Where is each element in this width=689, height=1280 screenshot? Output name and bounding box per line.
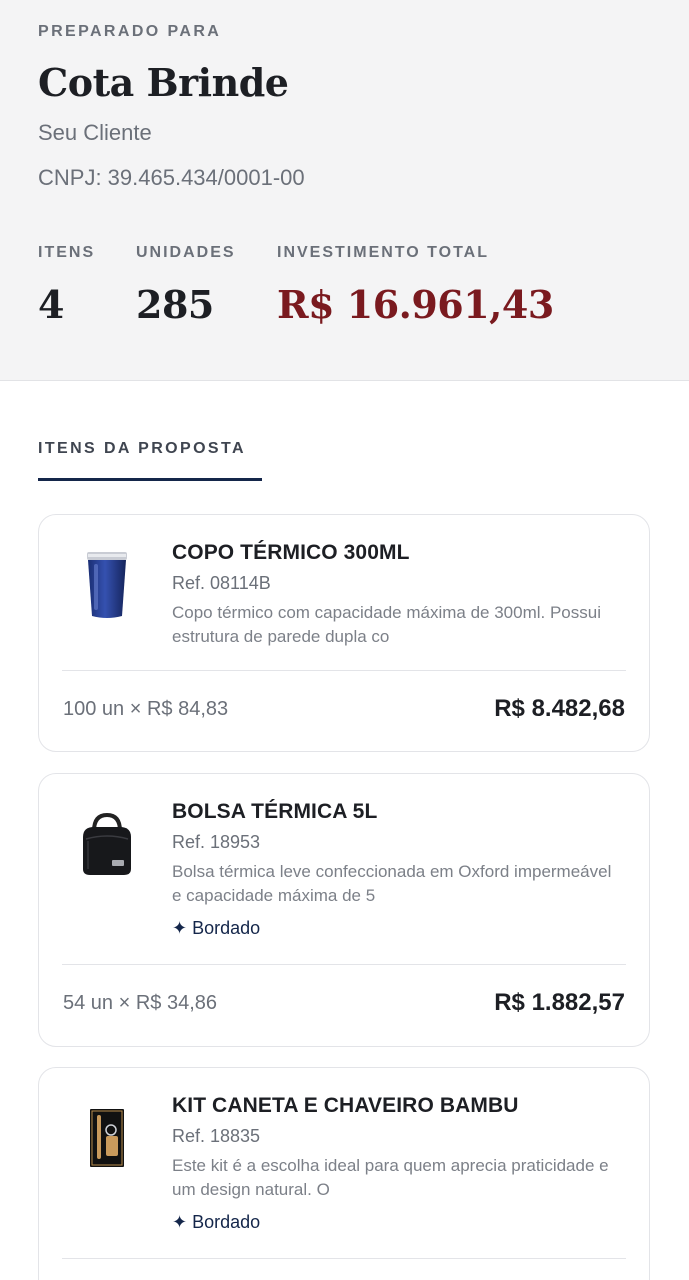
quantity-price: 54 un × R$ 34,86	[63, 992, 218, 1014]
prepared-for-label: PREPARADO PARA	[38, 23, 222, 40]
units-value: 285	[136, 282, 214, 327]
product-ref: Ref. 18953	[172, 832, 261, 852]
section-underline	[38, 478, 262, 481]
proposal-items-title: ITENS DA PROPOSTA	[38, 440, 246, 457]
quantity-price: 100 un × R$ 84,83	[63, 698, 229, 720]
items-count-value: 4	[38, 282, 64, 327]
product-ref: Ref. 18835	[172, 1126, 261, 1146]
product-card[interactable]: BOLSA TÉRMICA 5L Ref. 18953 Bolsa térmic…	[38, 773, 650, 1047]
customization-tag: ✦ Bordado	[172, 918, 261, 938]
product-title: COPO TÉRMICO 300ML	[172, 541, 410, 564]
customization-tag: ✦ Bordado	[172, 1212, 261, 1232]
product-description: Bolsa térmica leve confeccionada em Oxfo…	[172, 862, 612, 905]
proposal-header: PREPARADO PARA Cota Brinde Seu Cliente C…	[0, 0, 689, 381]
total-investment-label: INVESTIMENTO TOTAL	[277, 244, 490, 261]
units-label: UNIDADES	[136, 244, 236, 261]
pen-keychain-kit-icon	[69, 1096, 145, 1180]
total-investment-value: R$ 16.961,43	[277, 282, 554, 327]
client-name: Cota Brinde	[38, 60, 289, 105]
line-total: R$ 8.482,68	[494, 695, 625, 722]
product-card[interactable]: KIT CANETA E CHAVEIRO BAMBU Ref. 18835 E…	[38, 1067, 650, 1280]
client-cnpj: CNPJ: 39.465.434/0001-00	[38, 165, 305, 190]
product-title: BOLSA TÉRMICA 5L	[172, 800, 378, 823]
card-divider	[62, 1258, 626, 1259]
product-ref: Ref. 08114B	[172, 573, 271, 593]
tumbler-icon	[69, 543, 145, 627]
client-subtitle: Seu Cliente	[38, 120, 152, 145]
product-title: KIT CANETA E CHAVEIRO BAMBU	[172, 1094, 519, 1117]
items-count-label: ITENS	[38, 244, 96, 261]
cooler-bag-icon	[69, 802, 145, 886]
product-description: Copo térmico com capacidade máxima de 30…	[172, 603, 601, 646]
line-total: R$ 1.882,57	[494, 989, 625, 1016]
product-description: Este kit é a escolha ideal para quem apr…	[172, 1156, 609, 1199]
card-divider	[62, 964, 626, 965]
product-card[interactable]: COPO TÉRMICO 300ML Ref. 08114B Copo térm…	[38, 514, 650, 752]
card-divider	[62, 670, 626, 671]
